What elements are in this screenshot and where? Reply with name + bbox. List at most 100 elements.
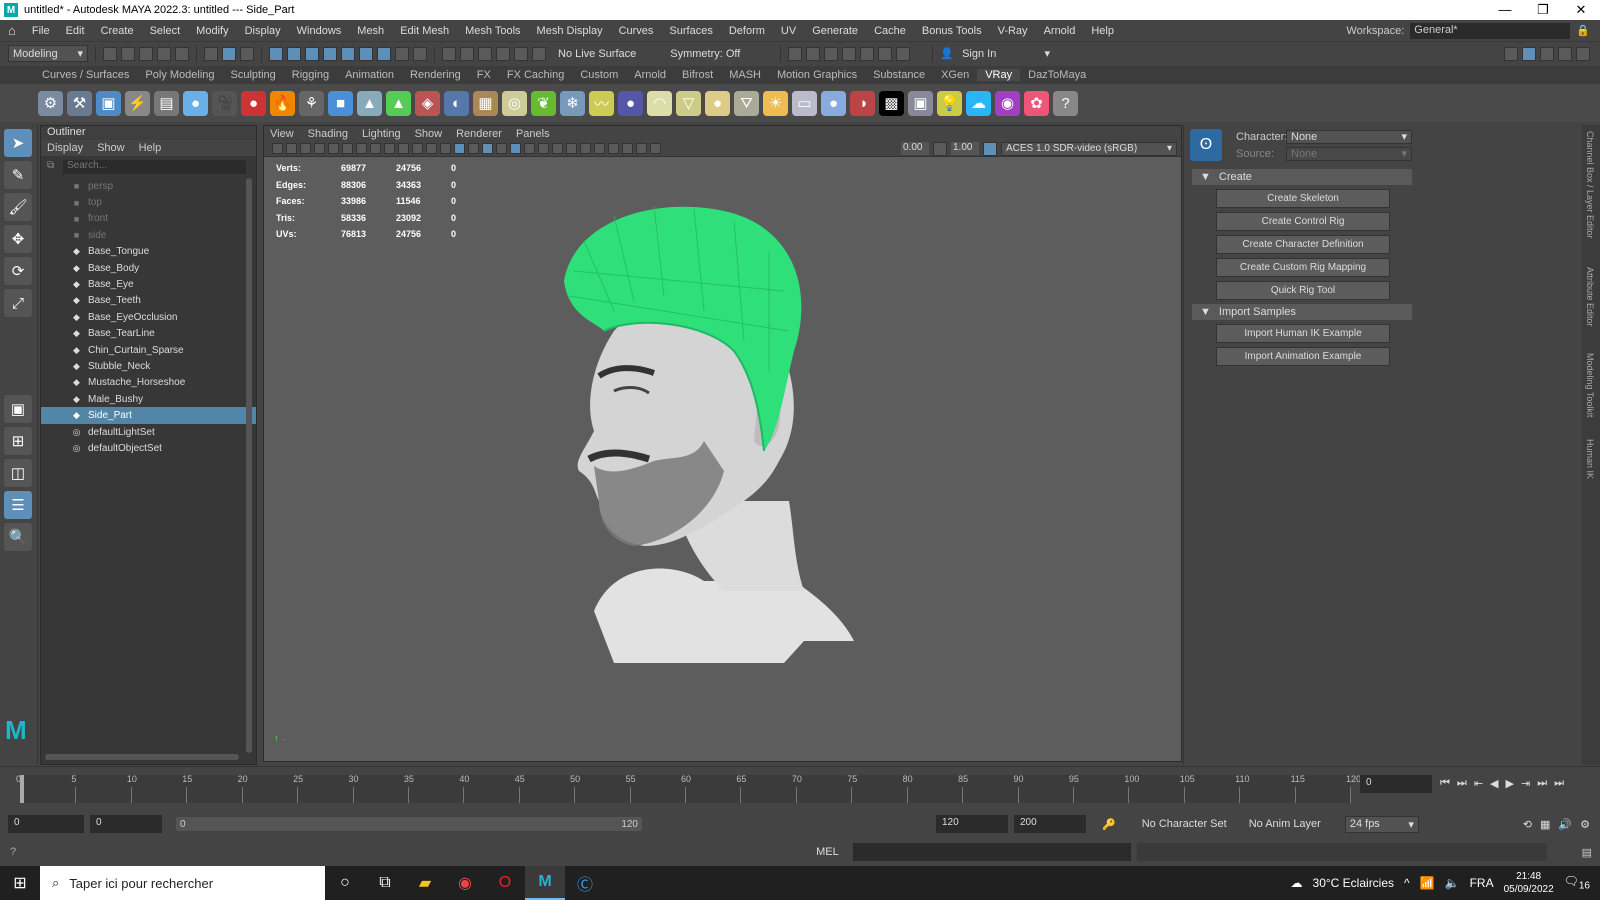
play-back-icon[interactable]: ◀ xyxy=(1490,777,1498,790)
outliner-item[interactable]: ◆ Base_Eye xyxy=(41,276,256,292)
snap-curve-icon[interactable] xyxy=(287,46,301,61)
highlight-selection-icon[interactable] xyxy=(413,46,427,61)
side-tab-human-ik[interactable]: Human IK xyxy=(1585,439,1595,519)
menu-file[interactable]: File xyxy=(24,25,58,37)
import-human-ik-example-button[interactable]: Import Human IK Example xyxy=(1216,324,1390,343)
vray-fur-icon[interactable]: ❦ xyxy=(531,90,556,116)
vray-sun-icon[interactable]: ● xyxy=(705,90,730,116)
menu-bonus-tools[interactable]: Bonus Tools xyxy=(914,25,990,37)
vray-texture-icon[interactable]: ▦ xyxy=(473,90,498,116)
menu-modify[interactable]: Modify xyxy=(188,25,236,37)
create-character-definition-button[interactable]: Create Character Definition xyxy=(1216,235,1390,254)
workspace-select[interactable]: General* xyxy=(1410,22,1571,39)
vray-env-icon[interactable]: ◎ xyxy=(502,90,527,116)
outliner-menu-show[interactable]: Show xyxy=(97,142,125,154)
outliner-item[interactable]: ◆ Base_Tongue xyxy=(41,244,256,260)
menu-cache[interactable]: Cache xyxy=(866,25,914,37)
wireframe-on-shaded-icon[interactable] xyxy=(496,143,507,154)
menu-create[interactable]: Create xyxy=(93,25,142,37)
select-tool-icon[interactable]: ➤ xyxy=(4,129,32,157)
menu-help[interactable]: Help xyxy=(1083,25,1122,37)
app-c-icon[interactable]: Ⓒ xyxy=(565,866,605,900)
playhead[interactable] xyxy=(20,775,24,803)
shelf-tab-custom[interactable]: Custom xyxy=(572,69,626,81)
home-icon[interactable]: ⌂ xyxy=(0,23,24,38)
outliner-item[interactable]: ◎ defaultObjectSet xyxy=(41,440,256,456)
shadows-icon[interactable] xyxy=(538,143,549,154)
fps-select[interactable]: 24 fps ▾ xyxy=(1344,815,1419,833)
loop-icon[interactable]: ⟲ xyxy=(1523,818,1532,831)
color-management-icon[interactable] xyxy=(983,141,997,156)
side-tab-attribute-editor[interactable]: Attribute Editor xyxy=(1585,267,1595,347)
vray-plane-icon[interactable]: ▲ xyxy=(386,90,411,116)
outliner-search-input[interactable]: Search... xyxy=(63,160,246,174)
language-indicator[interactable]: FRA xyxy=(1470,876,1494,890)
vray-cloud-icon[interactable]: ☁ xyxy=(966,90,991,116)
outliner-item[interactable]: ◆ Side_Part xyxy=(41,407,256,424)
anti-alias-icon[interactable] xyxy=(580,143,591,154)
vray-sphere2-icon[interactable]: ● xyxy=(618,90,643,116)
vray-sunlight-icon[interactable]: ☀ xyxy=(763,90,788,116)
menu-mesh-tools[interactable]: Mesh Tools xyxy=(457,25,528,37)
character-set-select[interactable]: No Character Set xyxy=(1142,818,1227,830)
network-icon[interactable]: 📶 xyxy=(1420,876,1435,890)
outliner-item[interactable]: ■ front xyxy=(41,211,256,227)
pause-icon[interactable] xyxy=(896,46,911,61)
textured-icon[interactable] xyxy=(510,143,521,154)
two-view-icon[interactable]: ◫ xyxy=(4,459,32,487)
search-icon[interactable]: 🔍 xyxy=(4,523,32,551)
shelf-tab-curves-surfaces[interactable]: Curves / Surfaces xyxy=(34,69,137,81)
safe-title-icon[interactable] xyxy=(440,143,451,154)
select-object-icon[interactable] xyxy=(222,46,236,61)
go-end-icon[interactable]: ⏭ xyxy=(1554,777,1564,790)
shelf-tab-vray[interactable]: VRay xyxy=(977,69,1021,81)
layout-icon[interactable] xyxy=(1504,46,1518,61)
outliner-item[interactable]: ◆ Base_Teeth xyxy=(41,293,256,309)
shelf-tab-substance[interactable]: Substance xyxy=(865,69,933,81)
menu-display[interactable]: Display xyxy=(237,25,289,37)
symmetry-select[interactable]: Symmetry: Off xyxy=(670,48,740,60)
shelf-tab-xgen[interactable]: XGen xyxy=(933,69,977,81)
outliner-menu-display[interactable]: Display xyxy=(47,142,83,154)
help-icon[interactable]: ? xyxy=(1053,90,1078,116)
vray-hemi-icon[interactable]: ◠ xyxy=(647,90,672,116)
play-forward-icon[interactable]: ▶ xyxy=(1506,777,1514,790)
menu-edit[interactable]: Edit xyxy=(58,25,93,37)
exposure-field[interactable]: 0.00 xyxy=(901,142,929,155)
shelf-tab-daztomaya[interactable]: DazToMaya xyxy=(1020,69,1094,81)
outliner-item[interactable]: ◆ Base_TearLine xyxy=(41,326,256,342)
viewport-menu-view[interactable]: View xyxy=(270,128,294,140)
single-view-icon[interactable]: ▣ xyxy=(4,395,32,423)
outliner-item[interactable]: ◆ Male_Bushy xyxy=(41,391,256,407)
grid-icon[interactable] xyxy=(356,143,367,154)
help-icon[interactable]: ? xyxy=(10,846,16,858)
history-icon[interactable] xyxy=(442,46,456,61)
import-animation-example-button[interactable]: Import Animation Example xyxy=(1216,347,1390,366)
backface-icon[interactable] xyxy=(650,143,661,154)
move-tool-icon[interactable]: ✥ xyxy=(4,225,32,253)
lock-selection-icon[interactable] xyxy=(395,46,409,61)
viewport-menu-panels[interactable]: Panels xyxy=(516,128,550,140)
snap-pivot-icon[interactable] xyxy=(359,46,373,61)
outliner-hscrollbar[interactable] xyxy=(45,754,239,760)
outliner-item[interactable]: ◆ Mustache_Horseshoe xyxy=(41,375,256,391)
auto-key-icon[interactable]: 🔑 xyxy=(1102,818,1116,831)
xray-joints-icon[interactable] xyxy=(622,143,633,154)
viewport-panel[interactable]: View Shading Lighting Show Renderer Panels 0.… xyxy=(263,125,1182,762)
xray-icon[interactable] xyxy=(608,143,619,154)
side-tab-channel-box-layer-editor[interactable]: Channel Box / Layer Editor xyxy=(1585,131,1595,261)
open-scene-icon[interactable] xyxy=(121,46,135,61)
outliner-item[interactable]: ■ side xyxy=(41,227,256,243)
vray-cone-icon[interactable]: ▲ xyxy=(357,90,382,116)
snap-surface-icon[interactable] xyxy=(341,46,355,61)
vray-rect-icon[interactable]: ▭ xyxy=(792,90,817,116)
vray-mtl-icon[interactable]: ● xyxy=(241,90,266,116)
quick-rig-tool-button[interactable]: Quick Rig Tool xyxy=(1216,281,1390,300)
lights-icon[interactable] xyxy=(524,143,535,154)
vray-light-icon[interactable]: ⚡ xyxy=(125,90,150,116)
default-material-icon[interactable] xyxy=(482,143,493,154)
snap-view-icon[interactable] xyxy=(323,46,337,61)
isolate-select-icon[interactable] xyxy=(594,143,605,154)
gamma-icon[interactable] xyxy=(933,141,947,156)
file-explorer-icon[interactable]: ▰ xyxy=(405,866,445,900)
